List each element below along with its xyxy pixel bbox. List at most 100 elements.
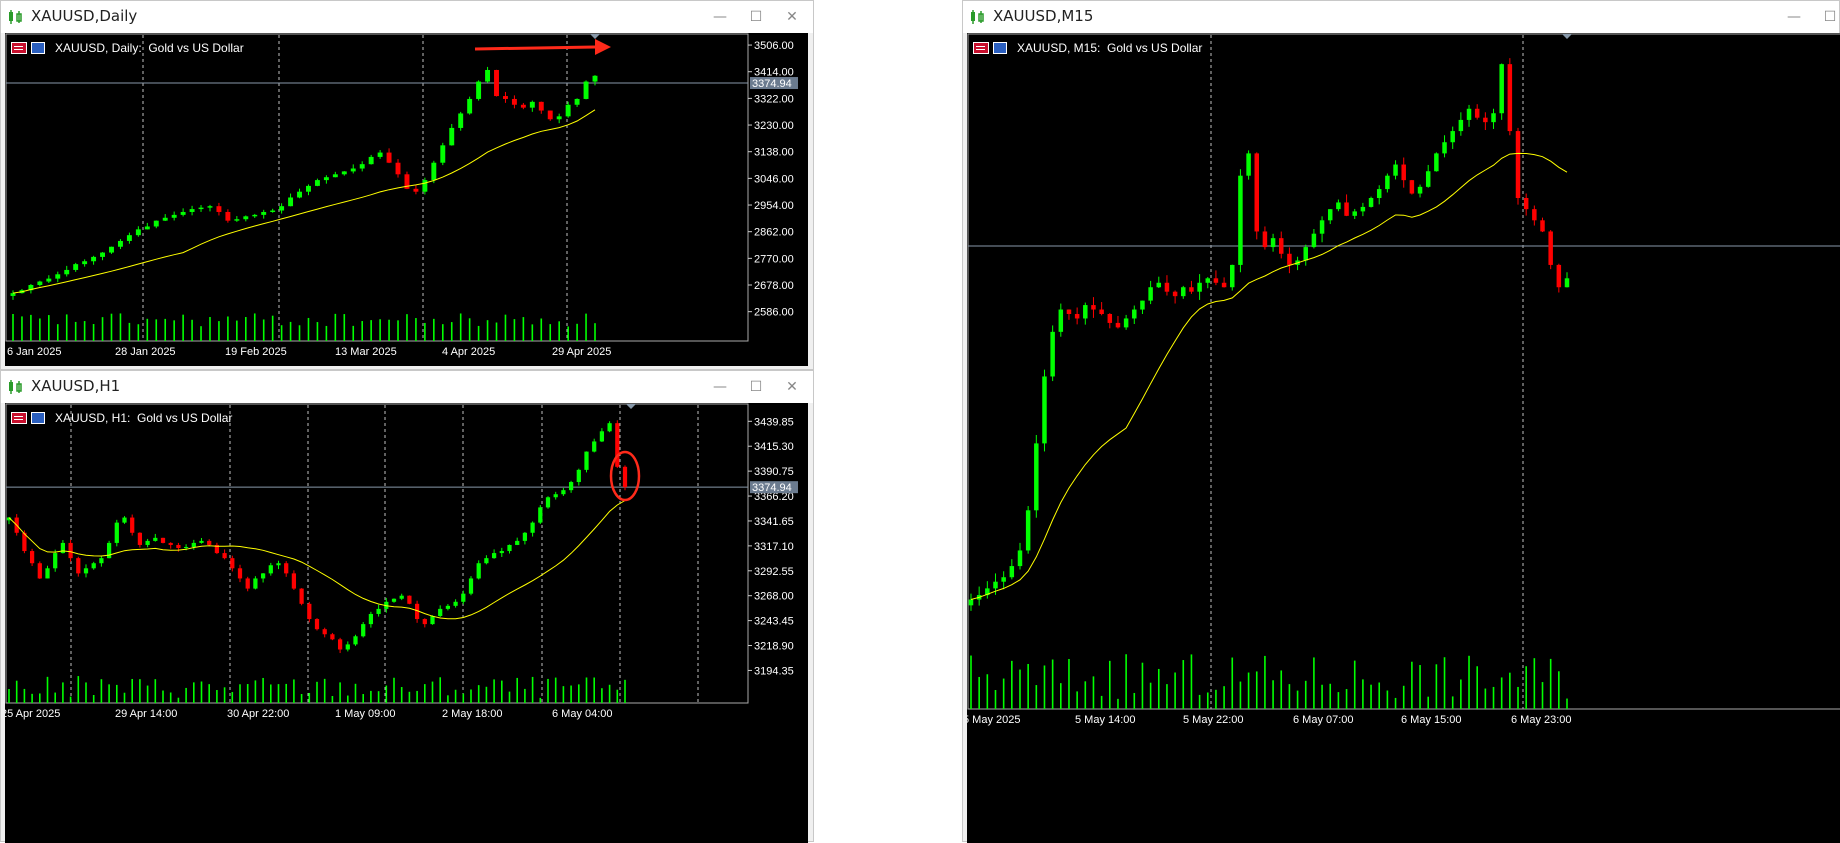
- candle-body: [198, 207, 204, 210]
- candle-body: [1246, 153, 1251, 176]
- candle-body: [1181, 287, 1186, 297]
- volume-bar: [424, 322, 426, 341]
- candle-body: [407, 595, 412, 604]
- volume-bar: [74, 321, 77, 341]
- plot-frame: [5, 33, 749, 342]
- candle-body: [222, 553, 227, 559]
- candle-body: [1409, 180, 1415, 194]
- candle-body: [1376, 189, 1382, 198]
- candle-body: [592, 75, 598, 82]
- candle-body: [117, 240, 123, 247]
- maximize-button[interactable]: ☐: [745, 377, 767, 397]
- volume-bar: [406, 314, 408, 341]
- volume-bar: [362, 694, 364, 703]
- volume-bar: [1329, 683, 1332, 709]
- candle-body: [53, 553, 58, 569]
- volume-bar: [1264, 655, 1266, 709]
- minimize-button[interactable]: —: [709, 377, 731, 397]
- time-tick-label: 13 Mar 2025: [335, 346, 397, 358]
- volume-bar: [1182, 660, 1185, 709]
- titlebar-h1[interactable]: XAUUSD,H1 — ☐ ✕: [1, 371, 813, 403]
- window-daily[interactable]: XAUUSD,Daily — ☐ ✕ 3506.00 3414.00 3322.00…: [0, 0, 814, 370]
- volume-bar: [1280, 670, 1283, 709]
- candle-body: [109, 246, 114, 253]
- candle-body: [449, 127, 455, 146]
- volume-bar: [1386, 690, 1389, 709]
- window-h1[interactable]: XAUUSD,H1 — ☐ ✕ 3439.85 3415.30 3390.75 336…: [0, 370, 814, 843]
- candle-body: [288, 197, 294, 207]
- candle-body: [368, 156, 374, 165]
- volume-bar: [293, 679, 295, 703]
- candle-body: [565, 104, 571, 117]
- shift-marker: [1562, 34, 1572, 39]
- volume-bar: [15, 680, 18, 703]
- volume-bar: [83, 321, 86, 341]
- candle-body: [10, 293, 16, 296]
- chart-h1[interactable]: 3439.85 3415.30 3390.75 3366.20 3341.65 3317.…: [5, 403, 808, 843]
- price-tick-label: 2954.00: [754, 200, 794, 212]
- candle-body: [422, 619, 427, 625]
- candle-body: [245, 578, 250, 589]
- candle-body: [553, 494, 558, 498]
- candle-body: [135, 229, 141, 236]
- window-title: XAUUSD,H1: [31, 377, 121, 395]
- candle-body: [1074, 314, 1080, 319]
- volume-bar: [1060, 683, 1062, 709]
- maximize-button[interactable]: ☐: [1819, 7, 1840, 27]
- window-m15[interactable]: XAUUSD,M15 — ☐ 5 May 2025 5 May 14:00 5 Ma…: [962, 0, 1840, 843]
- volume-bar: [441, 324, 444, 341]
- candle-body: [189, 209, 195, 212]
- candle-body: [106, 542, 112, 559]
- volume-bar: [1011, 660, 1013, 709]
- chart-daily[interactable]: 3506.00 3414.00 3322.00 3230.00 3138.00 3046.…: [5, 33, 808, 366]
- candle-body: [494, 69, 499, 97]
- titlebar-m15[interactable]: XAUUSD,M15 — ☐: [963, 1, 1839, 33]
- candle-body: [511, 98, 517, 105]
- volume-bar: [218, 321, 220, 341]
- titlebar-daily[interactable]: XAUUSD,Daily — ☐ ✕: [1, 1, 813, 33]
- candle-body: [180, 211, 186, 215]
- volume-bar: [193, 682, 195, 703]
- price-tick-label: 2586.00: [754, 307, 794, 319]
- volume-bar: [1435, 664, 1438, 709]
- chart-legend: XAUUSD, M15: Gold vs US Dollar: [973, 41, 1202, 55]
- candle-body: [199, 540, 204, 543]
- candle-body: [1156, 282, 1162, 288]
- volume-bar: [1427, 696, 1430, 709]
- volume-bar: [1541, 682, 1544, 709]
- candle-body: [353, 636, 358, 645]
- volume-bar: [245, 317, 247, 341]
- candle-body: [485, 69, 491, 82]
- candle-body: [584, 451, 589, 470]
- candle-body: [413, 188, 419, 192]
- volume-bar: [1076, 691, 1078, 709]
- volume-bar: [501, 680, 503, 703]
- candle-body: [297, 191, 302, 198]
- candle-body: [1091, 305, 1096, 310]
- chart-m15[interactable]: 5 May 2025 5 May 14:00 5 May 22:00 6 May 07…: [967, 33, 1840, 843]
- maximize-button[interactable]: ☐: [745, 7, 767, 27]
- minimize-button[interactable]: —: [709, 7, 731, 27]
- volume-bar: [271, 315, 274, 341]
- volume-bar: [177, 697, 180, 703]
- volume-bar: [316, 322, 319, 341]
- candle-body: [1532, 209, 1537, 221]
- volume-bar: [554, 677, 557, 703]
- volume-bar: [1451, 696, 1454, 709]
- candle-body: [1042, 376, 1047, 444]
- candle-body: [592, 441, 597, 452]
- volume-bar: [986, 674, 989, 709]
- time-tick-label: 2 May 18:00: [442, 708, 503, 720]
- minimize-button[interactable]: —: [1783, 7, 1805, 27]
- candle-body: [314, 180, 320, 186]
- volume-bar: [119, 313, 122, 341]
- close-button[interactable]: ✕: [781, 377, 803, 397]
- candle-body: [153, 537, 158, 541]
- close-button[interactable]: ✕: [781, 7, 803, 27]
- price-tick-label: 3230.00: [754, 120, 794, 132]
- volume-bar: [576, 323, 578, 341]
- volume-bar: [388, 319, 390, 341]
- candle-body: [568, 482, 574, 491]
- candle-body: [1523, 198, 1529, 210]
- candle-body: [368, 613, 374, 625]
